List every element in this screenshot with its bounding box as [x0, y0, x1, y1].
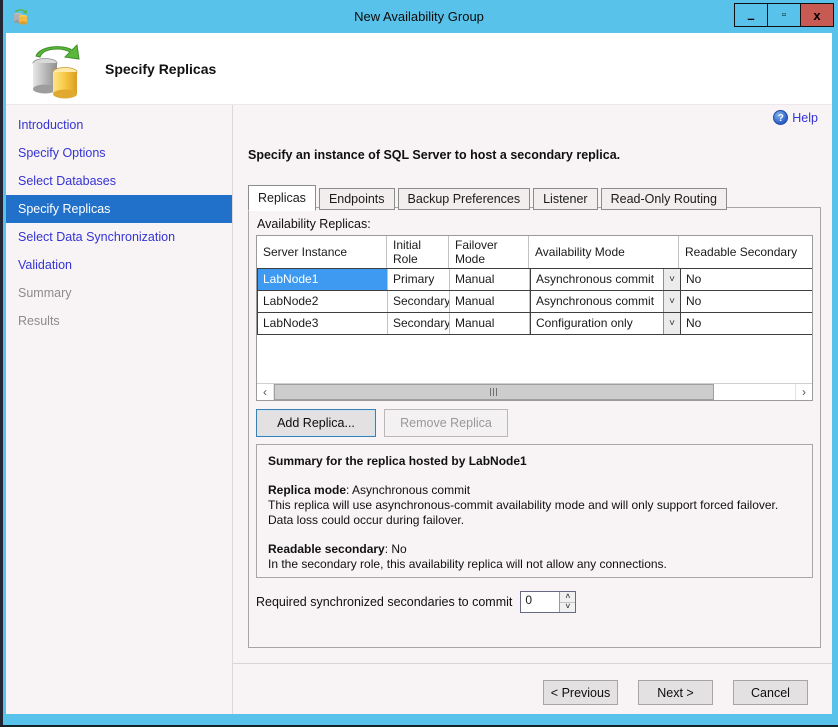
replication-icon: [28, 38, 84, 100]
tab-endpoints[interactable]: Endpoints: [319, 188, 395, 210]
readable-secondary-cell[interactable]: No: [680, 269, 813, 290]
chevron-down-icon[interactable]: ˅: [663, 291, 680, 312]
horizontal-scrollbar[interactable]: ‹ ›: [257, 383, 812, 400]
main-content: ? Help Specify an instance of SQL Server…: [233, 105, 832, 714]
help-icon: ?: [773, 110, 788, 125]
grid-header-row: Server Instance Initial Role Failover Mo…: [257, 236, 813, 269]
minimize-icon: –: [747, 11, 754, 26]
server-instance-cell[interactable]: LabNode3: [258, 313, 388, 334]
sidebar-item-introduction[interactable]: Introduction: [6, 111, 232, 139]
window-controls: – ▫ x: [735, 3, 834, 27]
readable-secondary-description: In the secondary role, this availability…: [268, 557, 801, 572]
initial-role-cell: Secondary: [388, 313, 450, 334]
spin-up-icon[interactable]: ˄: [560, 592, 575, 603]
wizard-steps-sidebar: Introduction Specify Options Select Data…: [6, 105, 232, 714]
scrollbar-grip-icon: [490, 388, 498, 396]
add-replica-button[interactable]: Add Replica...: [256, 409, 376, 437]
commit-row: Required synchronized secondaries to com…: [256, 591, 576, 613]
server-instance-cell[interactable]: LabNode1: [258, 269, 388, 290]
maximize-icon: ▫: [782, 9, 786, 21]
initial-role-cell: Primary: [388, 269, 450, 290]
titlebar[interactable]: New Availability Group – ▫ x: [0, 0, 838, 33]
replica-mode-description: This replica will use asynchronous-commi…: [268, 498, 801, 528]
cancel-button[interactable]: Cancel: [733, 680, 808, 705]
availability-mode-dropdown[interactable]: Asynchronous commit ˅: [530, 269, 680, 290]
initial-role-cell: Secondary: [388, 291, 450, 312]
spinner-buttons: ˄ ˅: [559, 592, 575, 612]
tab-backup-preferences[interactable]: Backup Preferences: [398, 188, 531, 210]
availability-mode-cell: Asynchronous commit ˅: [530, 269, 680, 290]
close-icon: x: [813, 8, 820, 23]
col-availability-mode: Availability Mode: [529, 236, 679, 268]
availability-mode-value: Asynchronous commit: [531, 269, 663, 290]
chevron-down-icon[interactable]: ˅: [663, 313, 680, 334]
failover-mode-cell: Manual: [450, 269, 530, 290]
col-initial-role: Initial Role: [387, 236, 449, 268]
dialog-body: Specify Replicas Introduction Specify Op…: [6, 33, 832, 714]
remove-replica-button: Remove Replica: [384, 409, 508, 437]
summary-title: Summary for the replica hosted by LabNod…: [268, 454, 527, 468]
scrollbar-thumb[interactable]: [274, 384, 714, 400]
failover-mode-cell: Manual: [450, 291, 530, 312]
minimize-button[interactable]: –: [734, 3, 768, 27]
next-button[interactable]: Next >: [638, 680, 713, 705]
footer-divider: [233, 663, 832, 664]
availability-mode-dropdown[interactable]: Asynchronous commit ˅: [530, 291, 680, 312]
availability-mode-cell: Configuration only ˅: [530, 313, 680, 334]
failover-mode-cell: Manual: [450, 313, 530, 334]
tabstrip: Replicas Endpoints Backup Preferences Li…: [248, 185, 727, 210]
maximize-button[interactable]: ▫: [767, 3, 801, 27]
availability-mode-dropdown[interactable]: Configuration only ˅: [530, 313, 680, 334]
sidebar-item-select-databases[interactable]: Select Databases: [6, 167, 232, 195]
col-readable-secondary: Readable Secondary: [679, 236, 813, 268]
sidebar-item-results: Results: [6, 307, 232, 335]
col-failover-mode: Failover Mode: [449, 236, 529, 268]
instruction-text: Specify an instance of SQL Server to hos…: [248, 148, 620, 162]
window-title: New Availability Group: [0, 0, 838, 33]
replica-mode-value: : Asynchronous commit: [346, 483, 470, 497]
replica-row-labnode3[interactable]: LabNode3 Secondary Manual Configuration …: [257, 312, 813, 335]
availability-mode-cell: Asynchronous commit ˅: [530, 291, 680, 312]
replica-mode-label: Replica mode: [268, 483, 346, 497]
availability-replicas-label: Availability Replicas:: [257, 217, 371, 231]
required-secondaries-spinner[interactable]: 0 ˄ ˅: [520, 591, 576, 613]
spinner-value[interactable]: 0: [521, 592, 559, 612]
readable-secondary-value: : No: [385, 542, 407, 556]
tab-read-only-routing[interactable]: Read-Only Routing: [601, 188, 727, 210]
replica-summary-panel: Summary for the replica hosted by LabNod…: [256, 444, 813, 578]
required-secondaries-label: Required synchronized secondaries to com…: [256, 595, 512, 609]
sidebar-item-specify-replicas[interactable]: Specify Replicas: [6, 195, 232, 223]
availability-mode-value: Configuration only: [531, 313, 663, 334]
replicas-grid: Server Instance Initial Role Failover Mo…: [256, 235, 813, 401]
sidebar-item-specify-options[interactable]: Specify Options: [6, 139, 232, 167]
tab-replicas[interactable]: Replicas: [248, 185, 316, 211]
replica-row-labnode1[interactable]: LabNode1 Primary Manual Asynchronous com…: [257, 268, 813, 291]
sidebar-item-validation[interactable]: Validation: [6, 251, 232, 279]
server-instance-cell[interactable]: LabNode2: [258, 291, 388, 312]
chevron-down-icon[interactable]: ˅: [663, 269, 680, 290]
col-server-instance: Server Instance: [257, 236, 387, 268]
availability-mode-value: Asynchronous commit: [531, 291, 663, 312]
replica-row-labnode2[interactable]: LabNode2 Secondary Manual Asynchronous c…: [257, 290, 813, 313]
previous-button[interactable]: < Previous: [543, 680, 618, 705]
sidebar-item-summary: Summary: [6, 279, 232, 307]
scroll-left-icon[interactable]: ‹: [257, 384, 274, 400]
close-button[interactable]: x: [800, 3, 834, 27]
replicas-tab-panel: Availability Replicas: Server Instance I…: [248, 207, 821, 648]
scroll-right-icon[interactable]: ›: [795, 384, 812, 400]
readable-secondary-label: Readable secondary: [268, 542, 385, 556]
readable-secondary-cell[interactable]: No: [680, 291, 813, 312]
sidebar-item-select-data-synchronization[interactable]: Select Data Synchronization: [6, 223, 232, 251]
help-link[interactable]: ? Help: [773, 110, 818, 125]
readable-secondary-cell[interactable]: No: [680, 313, 813, 334]
page-title: Specify Replicas: [105, 61, 216, 77]
wizard-header: Specify Replicas: [6, 33, 832, 105]
help-label: Help: [792, 111, 818, 125]
screen-edge-left: [0, 0, 3, 727]
tab-listener[interactable]: Listener: [533, 188, 597, 210]
spin-down-icon[interactable]: ˅: [560, 603, 575, 613]
